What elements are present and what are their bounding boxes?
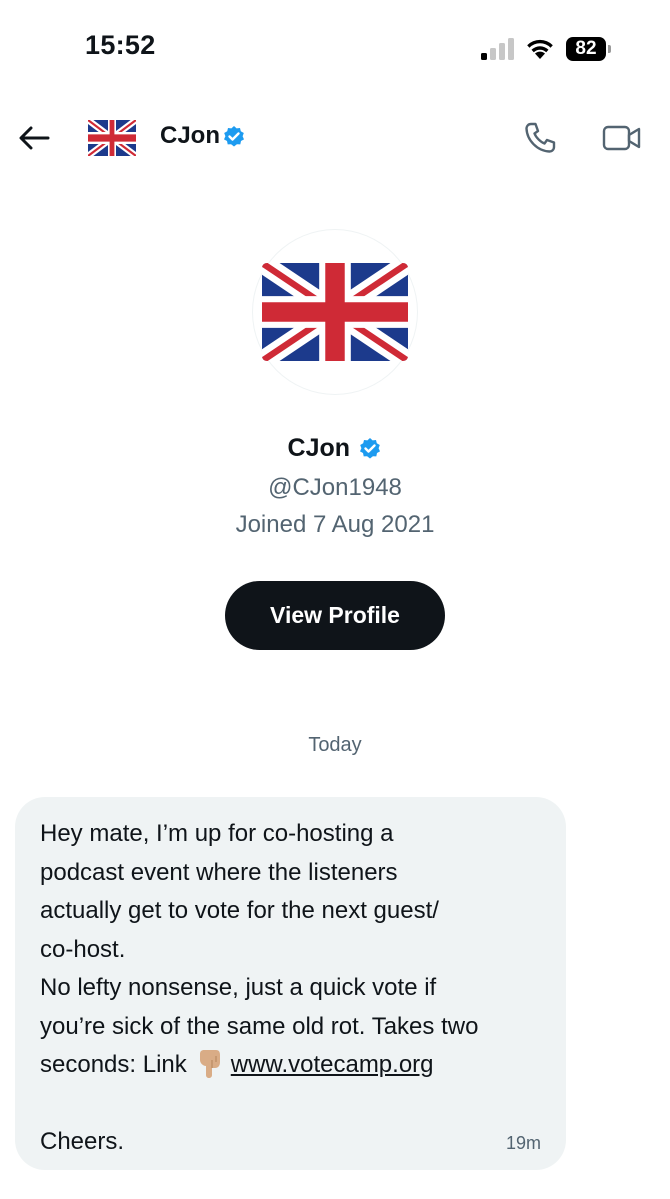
message-line: you’re sick of the same old rot. Takes t… — [40, 1012, 479, 1040]
message-link[interactable]: www.votecamp.org — [231, 1051, 434, 1078]
verified-badge-icon — [224, 126, 244, 147]
view-profile-button[interactable]: View Profile — [225, 581, 445, 650]
union-jack-avatar[interactable] — [88, 120, 136, 156]
battery-level: 82 — [566, 37, 606, 61]
phone-icon[interactable] — [522, 120, 558, 156]
day-separator: Today — [308, 734, 362, 756]
profile-name-row: CJon — [0, 434, 670, 463]
union-jack-flag-image — [262, 263, 408, 361]
battery-tip — [608, 45, 611, 53]
message-line: Cheers. — [40, 1128, 125, 1155]
message-line: actually get to vote for the next guest/ — [40, 897, 439, 924]
message-line: podcast event where the listeners — [40, 858, 398, 886]
message-line: Hey mate, I’m up for co-hosting a — [40, 820, 394, 847]
cellular-signal-icon — [481, 38, 514, 60]
wifi-icon — [527, 39, 553, 59]
header-contact-name[interactable]: CJon — [160, 122, 220, 150]
message-line: No lefty nonsense, just a quick vote if — [40, 974, 437, 1001]
profile-name: CJon — [287, 434, 351, 462]
profile-avatar[interactable] — [253, 230, 417, 394]
back-arrow-icon[interactable] — [16, 120, 52, 156]
message-bubble[interactable]: Hey mate, I’m up for co-hosting a podcas… — [15, 797, 566, 1170]
profile-joined-date: Joined 7 Aug 2021 — [235, 511, 435, 538]
message-link-line: seconds: Link www.votecamp.org — [40, 1046, 542, 1085]
profile-handle: @CJon1948 — [268, 474, 402, 501]
status-time: 15:52 — [85, 30, 156, 60]
battery-indicator: 82 — [566, 37, 614, 61]
video-camera-icon[interactable] — [601, 120, 643, 156]
message-line: co-host. — [40, 935, 126, 963]
pointing-down-hand-icon — [199, 1050, 220, 1078]
verified-badge-icon — [360, 437, 381, 458]
message-link-prefix: seconds: Link — [40, 1051, 187, 1078]
message-timestamp: 19m — [505, 1133, 541, 1153]
